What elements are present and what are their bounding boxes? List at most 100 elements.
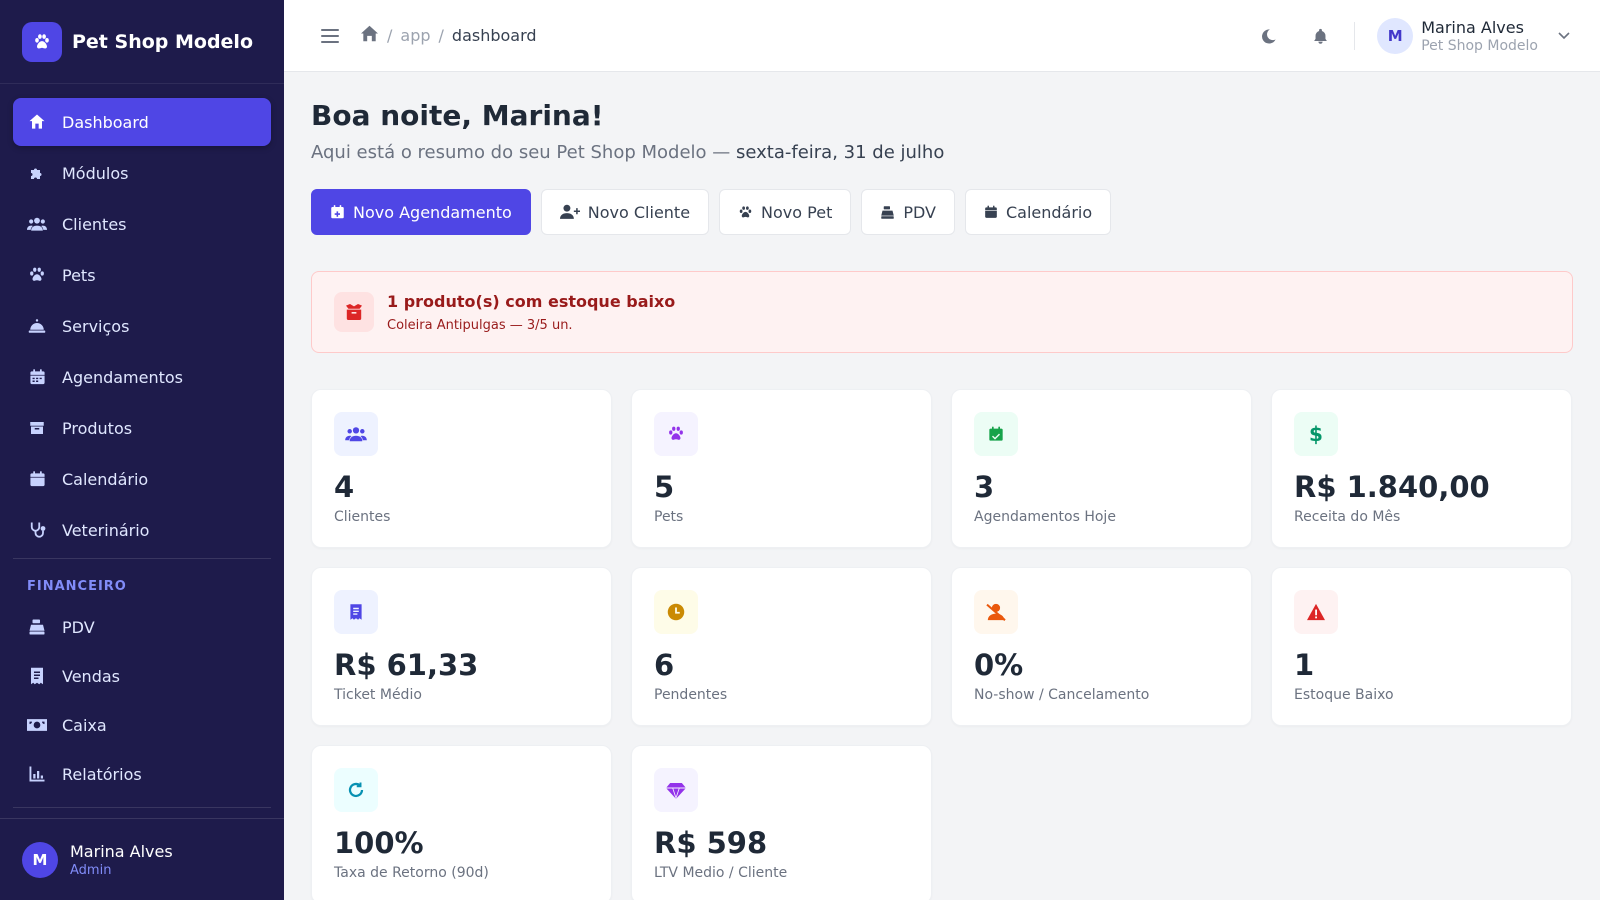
sidebar-item-label: Clientes (62, 214, 127, 234)
brand-name: Pet Shop Modelo (72, 30, 254, 53)
receipt-icon (334, 590, 378, 634)
sidebar-item-modulos[interactable]: Módulos (13, 149, 271, 197)
sidebar-nav: Dashboard Módulos Clientes Pets Serviços… (0, 84, 284, 797)
sidebar-item-label: Agendamentos (62, 367, 184, 387)
breadcrumb-app[interactable]: app (400, 26, 430, 45)
sidebar-item-produtos[interactable]: Produtos (13, 404, 271, 452)
menu-toggle-icon[interactable] (320, 26, 340, 46)
stat-value: R$ 598 (654, 826, 768, 860)
pdv-button[interactable]: PDV (861, 189, 955, 235)
stat-card-agendamentos-hoje[interactable]: 3 Agendamentos Hoje (951, 389, 1252, 548)
stat-card-no-show[interactable]: 0% No-show / Cancelamento (951, 567, 1252, 726)
button-label: Novo Pet (761, 202, 833, 222)
box-icon (27, 418, 47, 438)
dark-mode-icon[interactable] (1258, 26, 1278, 46)
stat-value: 6 (654, 648, 675, 682)
stat-label: No-show / Cancelamento (974, 687, 1150, 703)
stethoscope-icon (27, 520, 47, 540)
low-stock-alert[interactable]: 1 produto(s) com estoque baixo Coleira A… (311, 271, 1573, 353)
stats-grid: 4 Clientes 5 Pets 3 Agendamentos Hoje $ … (311, 389, 1573, 900)
chevron-down-icon[interactable] (1558, 32, 1570, 40)
cash-register-icon (880, 205, 895, 220)
sidebar-item-calendario[interactable]: Calendário (13, 455, 271, 503)
button-label: Novo Agendamento (353, 202, 512, 222)
cash-register-icon (27, 617, 47, 637)
sidebar-item-pets[interactable]: Pets (13, 251, 271, 299)
sidebar-item-label: Relatórios (62, 764, 142, 784)
paw-icon (654, 412, 698, 456)
sidebar-item-dashboard[interactable]: Dashboard (13, 98, 271, 146)
sidebar-item-servicos[interactable]: Serviços (13, 302, 271, 350)
sidebar-item-label: Dashboard (62, 112, 149, 132)
stat-label: Ticket Médio (334, 687, 422, 703)
calendar-button[interactable]: Calendário (964, 189, 1112, 235)
sidebar-item-label: Pets (62, 265, 96, 285)
stat-card-clientes[interactable]: 4 Clientes (311, 389, 612, 548)
money-icon (27, 715, 47, 735)
new-appointment-button[interactable]: Novo Agendamento (311, 189, 531, 235)
paw-icon (27, 265, 47, 285)
page-subtitle: Aqui está o resumo do seu Pet Shop Model… (311, 142, 1573, 163)
sidebar-item-caixa[interactable]: Caixa (13, 702, 271, 748)
breadcrumb-current: dashboard (451, 26, 537, 45)
sidebar-item-label: Vendas (62, 666, 120, 686)
home-icon[interactable] (360, 25, 379, 46)
sidebar-item-pdv[interactable]: PDV (13, 604, 271, 650)
new-pet-button[interactable]: Novo Pet (719, 189, 852, 235)
sidebar-item-label: Calendário (62, 469, 149, 489)
calendar-check-icon (974, 412, 1018, 456)
puzzle-icon (27, 163, 47, 183)
paw-icon (738, 205, 753, 220)
user-menu[interactable]: M Marina Alves Pet Shop Modelo (1377, 18, 1570, 54)
stat-label: Estoque Baixo (1294, 687, 1394, 703)
stat-card-estoque-baixo[interactable]: 1 Estoque Baixo (1271, 567, 1572, 726)
sidebar-item-agendamentos[interactable]: Agendamentos (13, 353, 271, 401)
sidebar-item-label: Módulos (62, 163, 129, 183)
alert-text: Coleira Antipulgas — 3/5 un. (387, 317, 573, 333)
sidebar-user-name: Marina Alves (70, 841, 173, 861)
warning-icon (1294, 590, 1338, 634)
button-label: PDV (903, 202, 936, 222)
user-shop: Pet Shop Modelo (1421, 38, 1538, 54)
stat-label: Pets (654, 509, 684, 525)
stat-value: 1 (1294, 648, 1315, 682)
stat-card-ltv[interactable]: R$ 598 LTV Medio / Cliente (631, 745, 932, 900)
stat-card-receita[interactable]: $ R$ 1.840,00 Receita do Mês (1271, 389, 1572, 548)
sidebar-user[interactable]: M Marina Alves Admin (0, 818, 284, 900)
sidebar-item-vendas[interactable]: Vendas (13, 653, 271, 699)
stat-label: Receita do Mês (1294, 509, 1401, 525)
sidebar-item-label: Serviços (62, 316, 130, 336)
stat-value: 0% (974, 648, 1024, 682)
stat-label: Agendamentos Hoje (974, 509, 1116, 525)
button-label: Novo Cliente (587, 202, 691, 222)
box-open-icon (334, 292, 374, 332)
new-client-button[interactable]: Novo Cliente (540, 189, 710, 235)
sidebar-item-relatorios[interactable]: Relatórios (13, 751, 271, 797)
sidebar-item-label: Caixa (62, 715, 107, 735)
calendar-plus-icon (330, 204, 345, 220)
bell-icon[interactable] (1310, 26, 1330, 46)
brand[interactable]: Pet Shop Modelo (0, 0, 284, 84)
users-icon (334, 412, 378, 456)
stat-value: R$ 61,33 (334, 648, 479, 682)
nav-divider (13, 807, 271, 808)
stat-label: Pendentes (654, 687, 728, 703)
sidebar: Pet Shop Modelo Dashboard Módulos Client… (0, 0, 284, 900)
calendar-icon (27, 367, 47, 387)
stat-card-pets[interactable]: 5 Pets (631, 389, 932, 548)
stat-value: 3 (974, 470, 995, 504)
stat-label: Taxa de Retorno (90d) (334, 865, 489, 881)
stat-label: Clientes (334, 509, 391, 525)
sidebar-item-clientes[interactable]: Clientes (13, 200, 271, 248)
topbar: / app / dashboard M Marina Alves Pet Sho… (284, 0, 1600, 72)
avatar: M (1377, 18, 1414, 54)
home-icon (27, 112, 47, 132)
calendar-icon (27, 469, 47, 489)
avatar: M (22, 841, 58, 878)
sidebar-item-veterinario[interactable]: Veterinário (13, 506, 271, 554)
users-icon (27, 214, 47, 234)
stat-card-pendentes[interactable]: 6 Pendentes (631, 567, 932, 726)
stat-card-taxa-retorno[interactable]: 100% Taxa de Retorno (90d) (311, 745, 612, 900)
stat-value: R$ 1.840,00 (1294, 470, 1490, 504)
stat-card-ticket-medio[interactable]: R$ 61,33 Ticket Médio (311, 567, 612, 726)
